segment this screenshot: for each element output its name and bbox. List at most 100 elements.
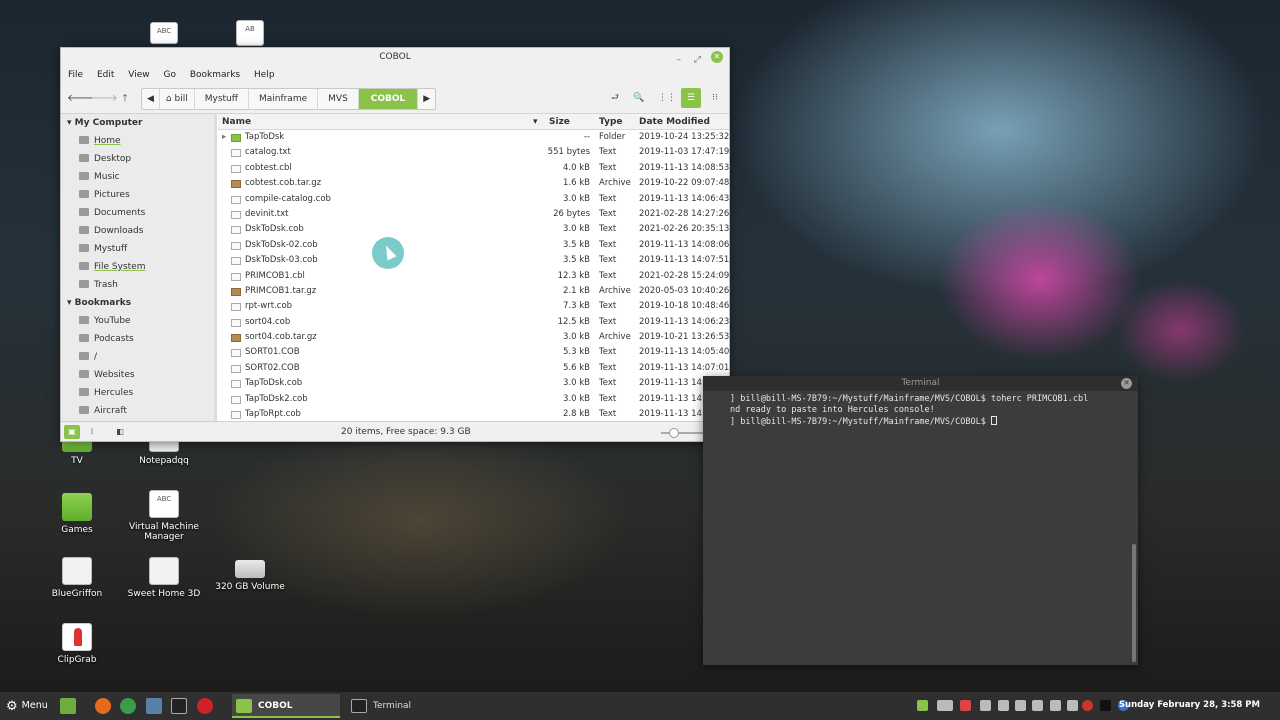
breadcrumb-home[interactable]: ⌂ bill — [160, 89, 195, 109]
show-treeview-icon[interactable]: ⁞ — [84, 425, 100, 439]
sidebar-item-root[interactable]: / — [61, 348, 216, 366]
sort-descending-icon[interactable]: ▾ — [533, 117, 538, 127]
close-icon[interactable]: ✕ — [711, 51, 723, 63]
column-name[interactable]: Name — [222, 117, 251, 127]
clipboard-icon[interactable] — [980, 700, 991, 711]
sidebar-item-file-system[interactable]: File System — [61, 258, 216, 276]
table-row[interactable]: devinit.txt 26 bytes Text 2021-02-28 14:27:… — [218, 207, 729, 222]
table-row[interactable]: sort04.cob.tar.gz 3.0 kB Archive 2019-10-21… — [218, 330, 729, 345]
compact-view-icon[interactable]: ⁝⁝ — [705, 88, 725, 108]
up-icon[interactable]: 🡑 — [117, 91, 133, 107]
table-row[interactable]: DskToDsk-03.cob 3.5 kB Text 2019-11-13 14:0… — [218, 253, 729, 268]
menu-edit[interactable]: Edit — [97, 70, 114, 80]
desktop-icon-tv[interactable]: TV — [32, 440, 122, 466]
terminal-scrollbar[interactable] — [1132, 544, 1136, 662]
red-tray-icon[interactable] — [960, 700, 971, 711]
recording-icon[interactable] — [1082, 700, 1093, 711]
sidebar-item-pictures[interactable]: Pictures — [61, 186, 216, 204]
network-icon[interactable] — [1050, 700, 1061, 711]
volume-icon[interactable] — [998, 700, 1009, 711]
expand-arrow-icon[interactable]: ▸ — [222, 132, 226, 142]
icon-view-icon[interactable]: ⋮⋮ — [657, 88, 677, 108]
sidebar-item-downloads[interactable]: Downloads — [61, 222, 216, 240]
menu-file[interactable]: File — [68, 70, 83, 80]
sidebar-item-websites[interactable]: Websites — [61, 366, 216, 384]
table-row[interactable]: PRIMCOB1.tar.gz 2.1 kB Archive 2020-05-03 1… — [218, 284, 729, 299]
black-tray-icon[interactable] — [1100, 700, 1111, 711]
desktop-doc-icon-2[interactable]: AB — [205, 20, 295, 50]
sidebar-item-documents[interactable]: Documents — [61, 204, 216, 222]
chrome-icon[interactable] — [120, 698, 136, 714]
opera-icon[interactable] — [197, 698, 213, 714]
terminal-launcher-icon[interactable] — [171, 698, 187, 714]
menu-help[interactable]: Help — [254, 70, 275, 80]
show-places-icon[interactable]: ▣ — [64, 425, 80, 439]
sidebar-item-youtube[interactable]: YouTube — [61, 312, 216, 330]
keyboard-icon[interactable] — [1032, 700, 1043, 711]
table-row[interactable]: DskToDsk.cob 3.0 kB Text 2021-02-26 20:35:1… — [218, 222, 729, 237]
sidebar-item-aircraft[interactable]: Aircraft — [61, 402, 216, 420]
back-icon[interactable]: 🡐 — [67, 91, 94, 107]
breadcrumb-mainframe[interactable]: Mainframe — [249, 89, 319, 109]
update-shield-icon[interactable] — [917, 700, 928, 711]
sidebar-item-desktop[interactable]: Desktop — [61, 150, 216, 168]
menu-go[interactable]: Go — [163, 70, 175, 80]
table-row[interactable]: DskToDsk-02.cob 3.5 kB Text 2019-11-13 14:0… — [218, 238, 729, 253]
cloud-icon[interactable] — [937, 700, 953, 711]
maximize-icon[interactable]: ⤢ — [694, 51, 701, 69]
sidebar-section-bookmarks[interactable]: ▾ Bookmarks — [61, 294, 216, 312]
table-row[interactable]: cobtest.cbl 4.0 kB Text 2019-11-13 14:08:53 — [218, 161, 729, 176]
column-type[interactable]: Type — [599, 117, 622, 127]
table-row[interactable]: TapToDsk.cob 3.0 kB Text 2019-11-13 14:05:0… — [218, 376, 729, 391]
breadcrumb-cobol[interactable]: COBOL — [358, 89, 419, 109]
title-bar[interactable]: COBOL – ⤢ ✕ — [61, 48, 729, 66]
desktop-icon-notepadqq[interactable]: Notepadqq — [119, 440, 209, 466]
menu-view[interactable]: View — [128, 70, 149, 80]
table-row[interactable]: SORT01.COB 5.3 kB Text 2019-11-13 14:05:40 — [218, 345, 729, 360]
table-row[interactable]: catalog.txt 551 bytes Text 2019-11-03 17:47… — [218, 145, 729, 160]
terminal-title-bar[interactable]: Terminal ✕ — [703, 376, 1138, 391]
sidebar-item-music[interactable]: Music — [61, 168, 216, 186]
toggle-location-icon[interactable]: ⮐ — [605, 88, 625, 108]
start-menu-button[interactable]: ⚙ Menu — [6, 699, 48, 714]
clock[interactable]: Sunday February 28, 3:58 PM — [1119, 700, 1260, 710]
desktop-icon-virt-manager[interactable]: ABC Virtual Machine Manager — [119, 490, 209, 542]
vm-manager-icon[interactable] — [146, 698, 162, 714]
firefox-icon[interactable] — [95, 698, 111, 714]
desktop-icon-volume[interactable]: 320 GB Volume — [205, 552, 295, 592]
sidebar-scrollbar[interactable] — [214, 114, 217, 423]
sidebar-section-my-computer[interactable]: ▾ My Computer — [61, 114, 216, 132]
list-view-icon[interactable]: ☰ — [681, 88, 701, 108]
table-row[interactable]: PRIMCOB1.cbl 12.3 kB Text 2021-02-28 15:24:… — [218, 269, 729, 284]
terminal-output[interactable]: ] bill@bill-MS-7B79:~/Mystuff/Mainframe/… — [703, 391, 1138, 428]
desktop-icon-sweet-home[interactable]: Sweet Home 3D — [119, 557, 209, 599]
search-icon[interactable]: 🔍 — [629, 88, 649, 108]
breadcrumb-mystuff[interactable]: Mystuff — [195, 89, 249, 109]
breadcrumb-mvs[interactable]: MVS — [318, 89, 359, 109]
sidebar-item-hercules[interactable]: Hercules — [61, 384, 216, 402]
table-row[interactable]: compile-catalog.cob 3.0 kB Text 2019-11-13 … — [218, 192, 729, 207]
hide-sidebar-icon[interactable]: ◧ — [112, 425, 128, 439]
task-cobol[interactable]: COBOL — [232, 694, 340, 718]
sidebar-item-home[interactable]: Home — [61, 132, 216, 150]
breadcrumb-right-arrow-icon[interactable]: ▶ — [418, 89, 435, 109]
show-desktop-icon[interactable] — [60, 698, 76, 714]
table-row[interactable]: cobtest.cob.tar.gz 1.6 kB Archive 2019-10-2… — [218, 176, 729, 191]
table-row[interactable]: ▸ TapToDsk -- Folder 2019-10-24 13:25:32 — [218, 130, 729, 145]
table-row[interactable]: TapToDsk2.cob 3.0 kB Text 2019-11-13 14:05:… — [218, 392, 729, 407]
table-row[interactable]: SORT02.COB 5.6 kB Text 2019-11-13 14:07:01 — [218, 361, 729, 376]
zoom-slider-handle[interactable] — [669, 428, 679, 438]
minimize-icon[interactable]: – — [677, 51, 682, 69]
battery-icon[interactable] — [1067, 700, 1078, 711]
sidebar-item-mystuff[interactable]: Mystuff — [61, 240, 216, 258]
table-row[interactable]: rpt-wrt.cob 7.3 kB Text 2019-10-18 10:48:46 — [218, 299, 729, 314]
table-row[interactable]: sort04.cob 12.5 kB Text 2019-11-13 14:06:23 — [218, 315, 729, 330]
desktop-icon-clipgrab[interactable]: ClipGrab — [32, 623, 122, 665]
menu-bookmarks[interactable]: Bookmarks — [190, 70, 240, 80]
forward-icon[interactable]: 🡒 — [91, 91, 118, 107]
desktop-icon-bluegriffon[interactable]: BlueGriffon — [32, 557, 122, 599]
task-terminal[interactable]: Terminal — [347, 694, 455, 718]
sidebar-item-podcasts[interactable]: Podcasts — [61, 330, 216, 348]
breadcrumb-left-arrow-icon[interactable]: ◀ — [142, 89, 160, 109]
monitor-icon[interactable] — [1015, 700, 1026, 711]
